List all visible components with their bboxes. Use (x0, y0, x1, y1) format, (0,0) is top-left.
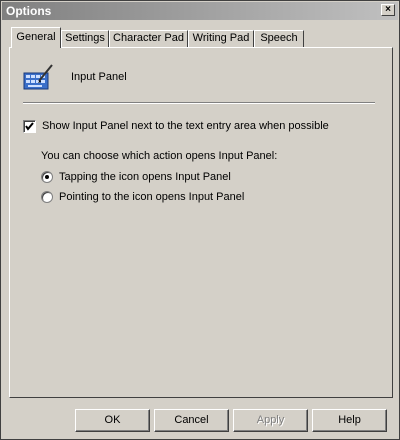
radio-selected-dot (45, 175, 49, 179)
cancel-button[interactable]: Cancel (154, 409, 229, 432)
window-title: Options (6, 4, 52, 18)
tab-character-pad-label: Character Pad (113, 32, 184, 44)
input-panel-icon (21, 61, 55, 95)
tab-settings[interactable]: Settings (61, 30, 109, 47)
general-tab-panel (9, 47, 393, 398)
tapping-radio-label: Tapping the icon opens Input Panel (59, 171, 231, 183)
apply-button[interactable]: Apply (233, 409, 308, 432)
pointing-radio-label: Pointing to the icon opens Input Panel (59, 191, 245, 203)
tab-character-pad[interactable]: Character Pad (109, 30, 188, 47)
close-button[interactable]: × (381, 4, 395, 16)
tab-settings-label: Settings (65, 32, 105, 44)
show-input-panel-checkbox[interactable] (23, 120, 36, 133)
help-button[interactable]: Help (312, 409, 387, 432)
options-dialog: Options × General Settings Character Pad… (0, 0, 400, 440)
tapping-radio[interactable] (41, 171, 53, 183)
tab-general[interactable]: General (11, 27, 61, 48)
separator (23, 102, 375, 104)
action-prompt-text: You can choose which action opens Input … (41, 150, 278, 162)
tab-speech-label: Speech (260, 32, 298, 44)
ok-button[interactable]: OK (75, 409, 150, 432)
pointing-radio[interactable] (41, 191, 53, 203)
show-input-panel-label: Show Input Panel next to the text entry … (42, 120, 329, 132)
tab-general-label: General (16, 31, 56, 43)
tab-speech[interactable]: Speech (254, 30, 304, 47)
title-bar[interactable]: Options × (2, 2, 398, 20)
input-panel-heading: Input Panel (71, 71, 127, 83)
close-icon: × (385, 4, 391, 15)
tab-writing-pad[interactable]: Writing Pad (188, 30, 254, 47)
checkmark-icon (25, 122, 34, 131)
tab-writing-pad-label: Writing Pad (192, 32, 250, 44)
